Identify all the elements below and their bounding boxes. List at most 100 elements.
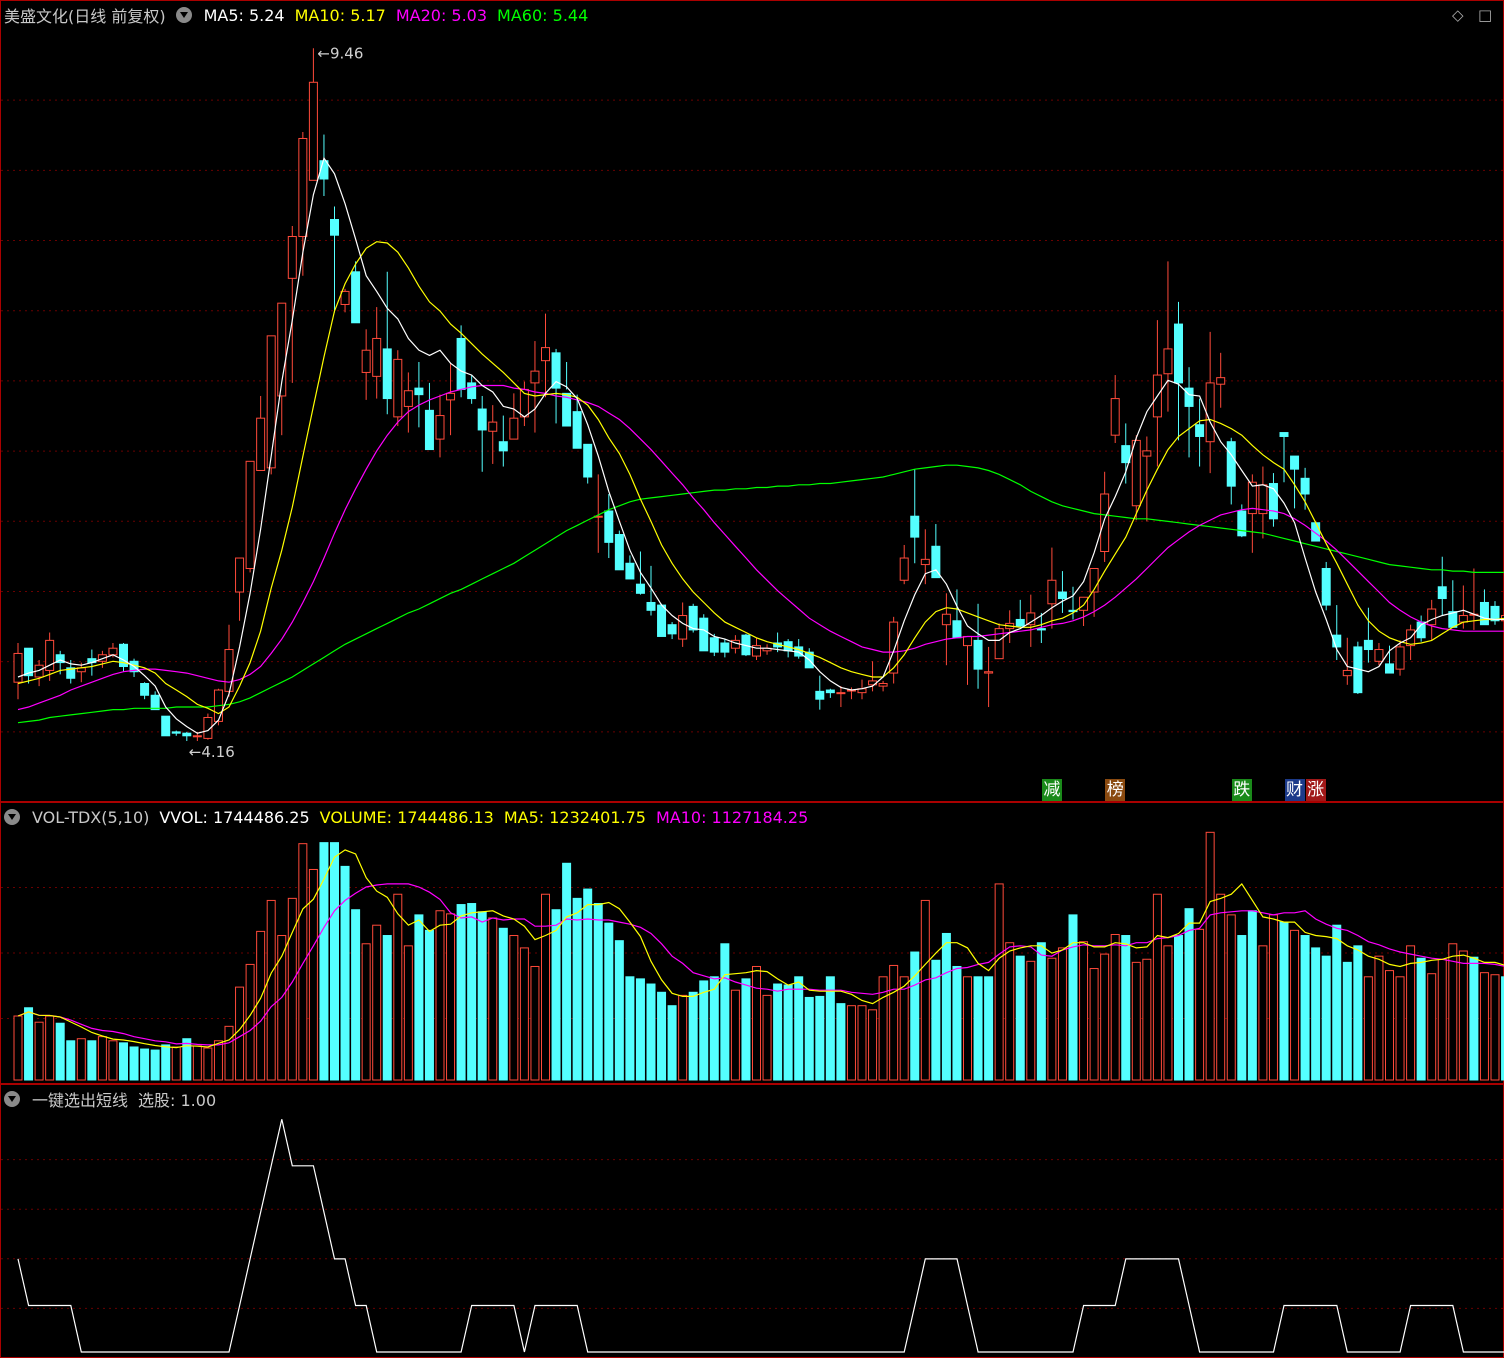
volume-bar [1385, 970, 1394, 1081]
low-price-label: ←4.16 [189, 743, 235, 761]
volume-bar [1026, 960, 1036, 1081]
candle-body [403, 390, 413, 407]
square-icon[interactable]: □ [1478, 6, 1492, 24]
volume-bar [1089, 968, 1099, 1081]
dropdown-icon[interactable] [175, 7, 192, 23]
candle-body [1226, 441, 1236, 487]
volume-bar [994, 883, 1004, 1081]
volume-bar [572, 897, 582, 1081]
volume-bar [1363, 976, 1373, 1081]
volume-bar [245, 963, 255, 1081]
candle-body [667, 624, 677, 635]
volume-bar [66, 1040, 76, 1081]
event-tag-1[interactable]: 榜 [1105, 779, 1126, 801]
volume-bar [1174, 935, 1183, 1081]
volume-panel[interactable]: VOL-TDX(5,10) VVOL: 1744486.25 VOLUME: 1… [0, 802, 1504, 1084]
indicator-panel[interactable]: 一键选出短线 选股: 1.00 [0, 1084, 1504, 1358]
event-tag-0[interactable]: 减 [1041, 779, 1062, 801]
volume-bar [1184, 908, 1194, 1081]
volume-bar [709, 976, 719, 1081]
candle-body [815, 690, 825, 700]
volume-bar [1152, 893, 1162, 1081]
volume-bar [24, 1007, 34, 1081]
volume-bar [1121, 935, 1131, 1081]
volume-bar [541, 893, 550, 1081]
volume-bar [424, 929, 434, 1081]
candle-body [910, 515, 920, 538]
candle-body [973, 639, 983, 670]
volume-bar [1290, 929, 1300, 1081]
candle-body [171, 731, 181, 734]
volume-bar [13, 1015, 23, 1081]
volume-bar [963, 976, 972, 1081]
panel-border [0, 1084, 1504, 1358]
candle-body [1395, 646, 1405, 670]
ma5-legend: MA5: 5.24 [203, 5, 285, 25]
volume-bar [256, 930, 266, 1081]
event-tag-4[interactable]: 涨 [1305, 779, 1326, 801]
candle-body [24, 647, 34, 677]
volume-bar [583, 888, 593, 1081]
candle-body [1458, 615, 1468, 623]
volume-bar [203, 1047, 213, 1081]
diamond-icon[interactable]: ◇ [1452, 6, 1464, 24]
candle-body [308, 81, 318, 181]
ma20-legend: MA20: 5.03 [395, 5, 488, 25]
volume-bar [783, 984, 793, 1081]
candle-body [963, 635, 972, 647]
indicator-line [17, 1119, 1504, 1353]
dropdown-icon[interactable] [4, 1091, 20, 1107]
candle-body [330, 219, 339, 236]
volume-bar [635, 978, 645, 1081]
volume-bar [657, 991, 667, 1081]
volume-bar [1110, 933, 1120, 1081]
candle-body [1047, 579, 1057, 605]
candle-body [1036, 628, 1046, 631]
indicator-header: 一键选出短线 选股: 1.00 [4, 1088, 216, 1110]
candle-body [498, 441, 508, 452]
volume-bar [129, 1046, 139, 1081]
volume-bar [730, 989, 740, 1081]
candle-body [1363, 639, 1373, 651]
volume-bar [76, 1038, 86, 1081]
volume-bar [604, 922, 614, 1081]
candle-body [1142, 450, 1152, 457]
event-tag-3[interactable]: 财 [1284, 779, 1305, 801]
volume-bar [1195, 928, 1205, 1081]
volume-bar [224, 1025, 234, 1081]
volume-bar [330, 842, 339, 1081]
volume-bar [1427, 973, 1437, 1081]
volume-bar [414, 914, 424, 1081]
dropdown-icon[interactable] [4, 809, 20, 825]
volume-bar [45, 1015, 55, 1081]
volume-bar [235, 986, 245, 1081]
candle-body [1437, 586, 1447, 600]
candle-body [424, 409, 434, 451]
candle-body [1237, 510, 1247, 537]
volume-bar [825, 976, 835, 1081]
volume-bar [646, 983, 656, 1081]
candle-body [393, 358, 403, 418]
candle-body [541, 347, 550, 362]
indicator-chart[interactable] [0, 1084, 1504, 1358]
volume-bar [667, 1005, 677, 1081]
volume-chart[interactable] [0, 802, 1504, 1084]
price-panel[interactable]: ←9.46 ←4.16 美盛文化(日线 前复权) MA5: 5.24 MA10: … [0, 0, 1504, 802]
vol-ma10-legend: MA10: 1127184.25 [655, 807, 809, 827]
volume-bar [846, 1005, 856, 1081]
volume-bar [171, 1046, 181, 1081]
candle-body [899, 557, 909, 581]
price-chart[interactable]: ←9.46 ←4.16 [0, 0, 1504, 802]
volume-bar [1279, 921, 1289, 1081]
volume-bar [836, 1003, 846, 1081]
candle-body [224, 649, 234, 692]
volume-bar [456, 904, 466, 1081]
volume-bar [551, 909, 561, 1081]
ma10-legend: MA10: 5.17 [294, 5, 386, 25]
volume-bar [372, 924, 382, 1081]
candle-body [298, 137, 308, 238]
event-tag-2[interactable]: 跌 [1231, 779, 1252, 801]
volume-bar [593, 903, 603, 1081]
candle-body [340, 290, 350, 305]
volume-bar [1131, 961, 1141, 1081]
